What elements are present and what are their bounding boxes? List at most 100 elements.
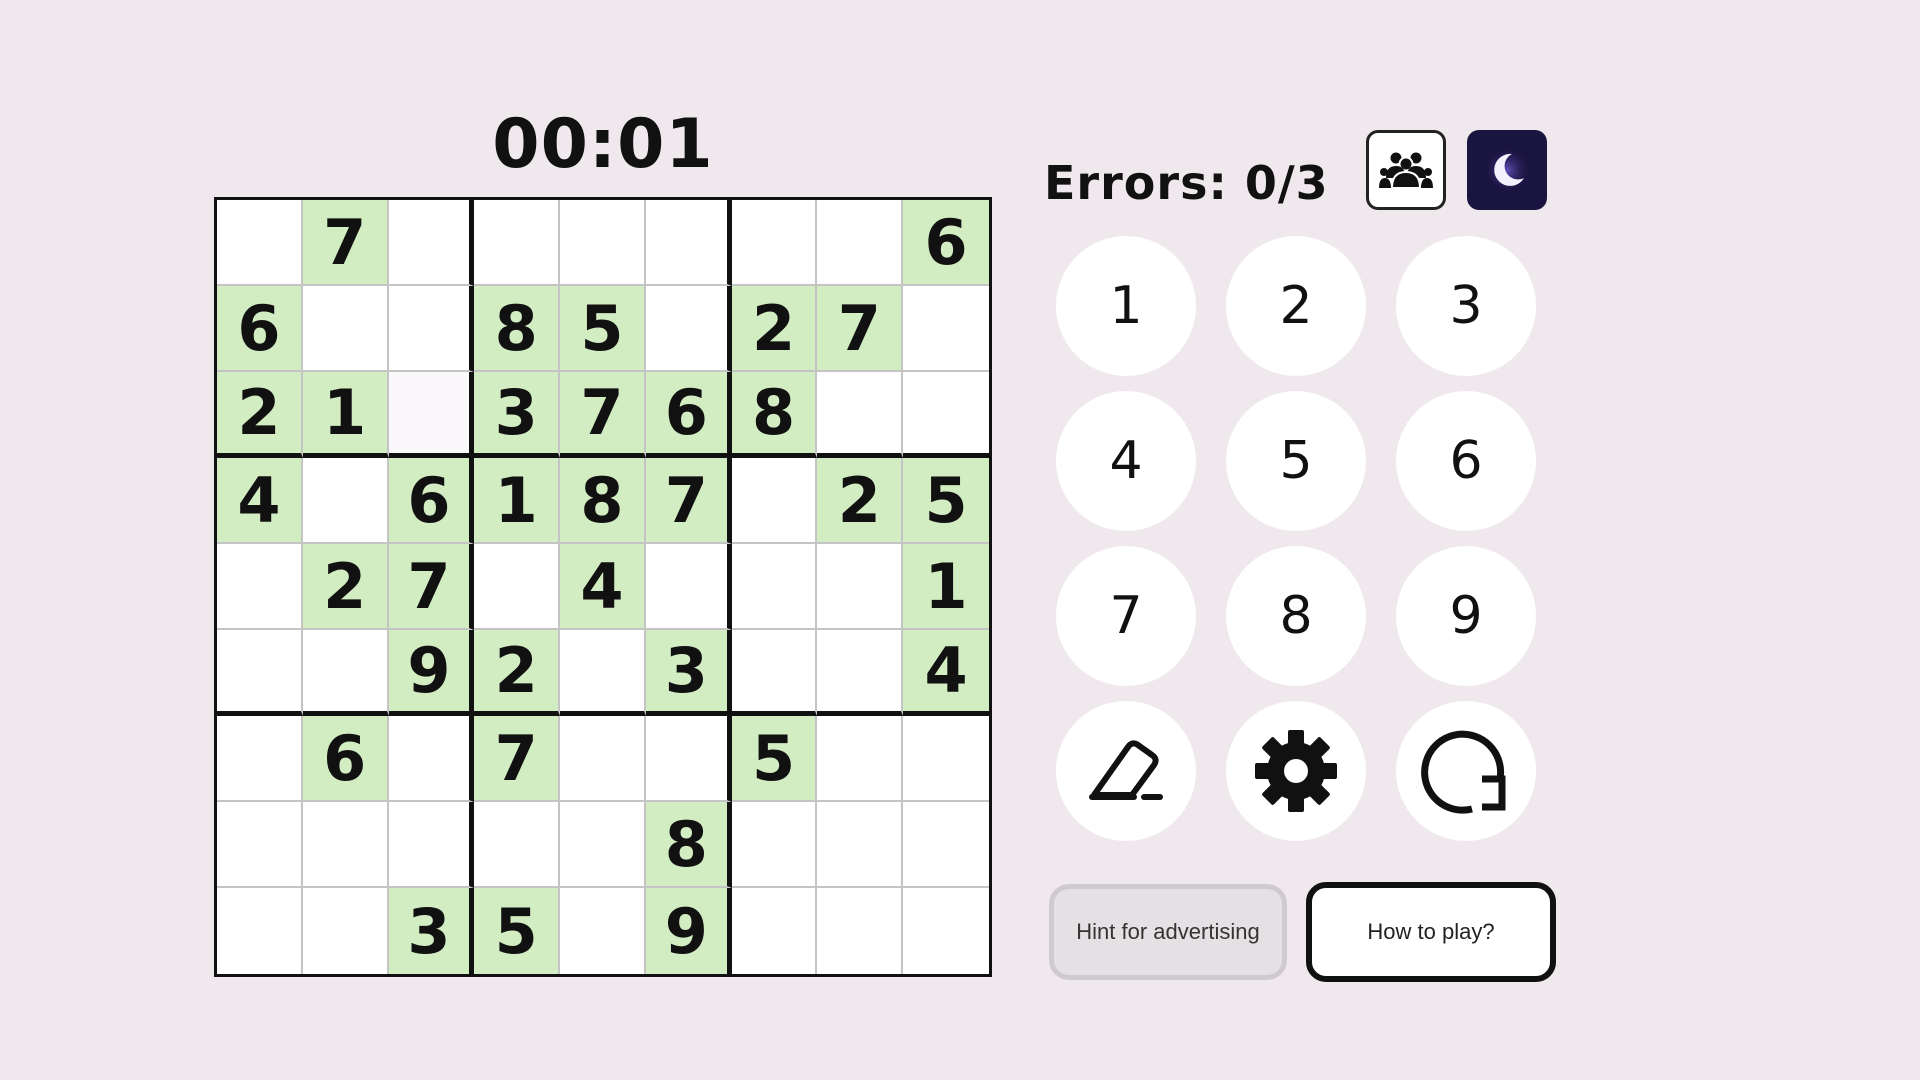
restart-icon (1421, 730, 1506, 814)
sudoku-cell-r9-c2[interactable] (302, 888, 389, 974)
sudoku-cell-r3-c5[interactable]: 7 (560, 372, 646, 458)
sudoku-cell-r2-c9[interactable] (903, 286, 989, 372)
sudoku-cell-r8-c7[interactable] (731, 802, 818, 888)
sudoku-cell-r1-c5[interactable] (560, 200, 646, 286)
sudoku-cell-r9-c7[interactable] (731, 888, 818, 974)
hint-button[interactable]: Hint for advertising (1049, 884, 1287, 980)
sudoku-cell-r1-c6[interactable] (645, 200, 732, 286)
sudoku-cell-r2-c1[interactable]: 6 (217, 286, 303, 372)
sudoku-cell-r9-c8[interactable] (817, 888, 904, 974)
sudoku-cell-r1-c4[interactable] (474, 200, 561, 286)
sudoku-cell-r4-c4[interactable]: 1 (474, 458, 561, 544)
number-button-9[interactable]: 9 (1396, 546, 1536, 686)
sudoku-cell-r8-c6[interactable]: 8 (645, 802, 732, 888)
sudoku-cell-r9-c9[interactable] (903, 888, 989, 974)
sudoku-cell-r5-c7[interactable] (731, 544, 818, 630)
sudoku-cell-r9-c6[interactable]: 9 (645, 888, 732, 974)
sudoku-cell-r5-c4[interactable] (474, 544, 561, 630)
sudoku-cell-r5-c8[interactable] (817, 544, 904, 630)
restart-button[interactable] (1396, 701, 1536, 841)
timer: 00:01 (492, 105, 714, 184)
sudoku-cell-r4-c2[interactable] (302, 458, 389, 544)
theme-toggle-button[interactable] (1467, 130, 1547, 210)
sudoku-cell-r2-c7[interactable]: 2 (731, 286, 818, 372)
sudoku-cell-r5-c3[interactable]: 7 (388, 544, 475, 630)
sudoku-cell-r7-c8[interactable] (817, 716, 904, 802)
sudoku-cell-r6-c6[interactable]: 3 (645, 630, 732, 716)
sudoku-cell-r7-c2[interactable]: 6 (302, 716, 389, 802)
sudoku-cell-r2-c5[interactable]: 5 (560, 286, 646, 372)
sudoku-cell-r6-c3[interactable]: 9 (388, 630, 475, 716)
sudoku-cell-r9-c4[interactable]: 5 (474, 888, 561, 974)
sudoku-cell-r8-c3[interactable] (388, 802, 475, 888)
number-button-3[interactable]: 3 (1396, 236, 1536, 376)
sudoku-cell-r4-c1[interactable]: 4 (217, 458, 303, 544)
sudoku-cell-r6-c1[interactable] (217, 630, 303, 716)
moon-icon (1483, 146, 1531, 194)
sudoku-cell-r9-c5[interactable] (560, 888, 646, 974)
number-button-4[interactable]: 4 (1056, 391, 1196, 531)
sudoku-cell-r4-c7[interactable] (731, 458, 818, 544)
sudoku-cell-r3-c8[interactable] (817, 372, 904, 458)
sudoku-cell-r1-c3[interactable] (388, 200, 475, 286)
sudoku-cell-r1-c7[interactable] (731, 200, 818, 286)
sudoku-cell-r7-c9[interactable] (903, 716, 989, 802)
sudoku-cell-r1-c8[interactable] (817, 200, 904, 286)
sudoku-cell-r7-c6[interactable] (645, 716, 732, 802)
sudoku-cell-r6-c8[interactable] (817, 630, 904, 716)
number-button-7[interactable]: 7 (1056, 546, 1196, 686)
number-button-8[interactable]: 8 (1226, 546, 1366, 686)
sudoku-cell-r2-c2[interactable] (302, 286, 389, 372)
sudoku-cell-r5-c1[interactable] (217, 544, 303, 630)
sudoku-cell-r5-c9[interactable]: 1 (903, 544, 989, 630)
sudoku-cell-r5-c6[interactable] (645, 544, 732, 630)
how-to-play-button[interactable]: How to play? (1306, 882, 1556, 982)
sudoku-cell-r4-c6[interactable]: 7 (645, 458, 732, 544)
sudoku-cell-r3-c9[interactable] (903, 372, 989, 458)
eraser-button[interactable] (1056, 701, 1196, 841)
sudoku-cell-r2-c4[interactable]: 8 (474, 286, 561, 372)
friends-button[interactable] (1366, 130, 1446, 210)
sudoku-cell-r6-c4[interactable]: 2 (474, 630, 561, 716)
sudoku-cell-r4-c5[interactable]: 8 (560, 458, 646, 544)
sudoku-cell-r9-c3[interactable]: 3 (388, 888, 475, 974)
sudoku-cell-r8-c2[interactable] (302, 802, 389, 888)
sudoku-cell-r7-c5[interactable] (560, 716, 646, 802)
sudoku-cell-r3-c3[interactable] (388, 372, 475, 458)
sudoku-cell-r4-c8[interactable]: 2 (817, 458, 904, 544)
sudoku-cell-r5-c5[interactable]: 4 (560, 544, 646, 630)
sudoku-cell-r8-c9[interactable] (903, 802, 989, 888)
sudoku-cell-r4-c9[interactable]: 5 (903, 458, 989, 544)
sudoku-cell-r1-c1[interactable] (217, 200, 303, 286)
number-button-5[interactable]: 5 (1226, 391, 1366, 531)
sudoku-cell-r2-c3[interactable] (388, 286, 475, 372)
sudoku-cell-r6-c9[interactable]: 4 (903, 630, 989, 716)
sudoku-cell-r8-c4[interactable] (474, 802, 561, 888)
sudoku-cell-r6-c2[interactable] (302, 630, 389, 716)
sudoku-cell-r3-c4[interactable]: 3 (474, 372, 561, 458)
sudoku-cell-r7-c3[interactable] (388, 716, 475, 802)
sudoku-cell-r2-c6[interactable] (645, 286, 732, 372)
sudoku-cell-r8-c5[interactable] (560, 802, 646, 888)
number-button-1[interactable]: 1 (1056, 236, 1196, 376)
number-button-6[interactable]: 6 (1396, 391, 1536, 531)
settings-button[interactable] (1226, 701, 1366, 841)
sudoku-cell-r9-c1[interactable] (217, 888, 303, 974)
sudoku-cell-r2-c8[interactable]: 7 (817, 286, 904, 372)
sudoku-cell-r3-c6[interactable]: 6 (645, 372, 732, 458)
sudoku-cell-r8-c8[interactable] (817, 802, 904, 888)
sudoku-cell-r3-c7[interactable]: 8 (731, 372, 818, 458)
sudoku-cell-r5-c2[interactable]: 2 (302, 544, 389, 630)
sudoku-cell-r8-c1[interactable] (217, 802, 303, 888)
sudoku-cell-r1-c9[interactable]: 6 (903, 200, 989, 286)
sudoku-cell-r3-c2[interactable]: 1 (302, 372, 389, 458)
sudoku-cell-r3-c1[interactable]: 2 (217, 372, 303, 458)
sudoku-cell-r6-c5[interactable] (560, 630, 646, 716)
sudoku-cell-r1-c2[interactable]: 7 (302, 200, 389, 286)
number-button-2[interactable]: 2 (1226, 236, 1366, 376)
sudoku-cell-r7-c4[interactable]: 7 (474, 716, 561, 802)
sudoku-cell-r6-c7[interactable] (731, 630, 818, 716)
sudoku-cell-r7-c7[interactable]: 5 (731, 716, 818, 802)
sudoku-cell-r4-c3[interactable]: 6 (388, 458, 475, 544)
sudoku-cell-r7-c1[interactable] (217, 716, 303, 802)
